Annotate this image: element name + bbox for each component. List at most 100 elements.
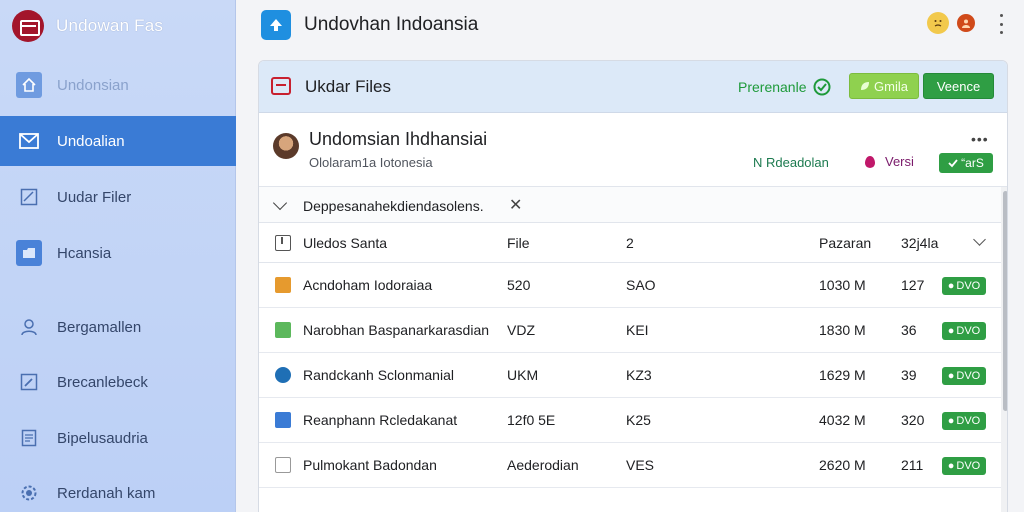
profile-name: Undomsian Ihdhansiai [309,129,488,149]
user-icon [16,314,42,340]
select-all-checkbox[interactable] [275,235,291,251]
files-panel: Ukdar Files Prerenanle Gmila Veence Undo… [258,60,1008,512]
sidebar-item-label: Bipelusaudria [57,429,148,447]
document-icon [16,425,42,451]
sidebar-item-bipelusaudria[interactable]: Bipelusaudria [0,413,236,463]
table-row[interactable]: Reanphann Rcledakanat 12f0 5E K25 4032 M… [259,398,1001,443]
brand[interactable]: Undowan Fas [12,10,163,42]
status-badge[interactable]: ● DVO [942,457,986,475]
sidebar-item-hcansia[interactable]: Hcansia [0,228,236,278]
profile-tag-rdeadolan[interactable]: N Rdeadolan [753,155,829,170]
profile-subtitle: Ololaram1a Iotonesia [309,155,433,170]
tag-dot-icon [865,155,875,168]
sidebar-item-undonsian[interactable]: Undonsian [0,60,236,110]
row-count: 127 [901,277,925,293]
table-row[interactable]: Randckanh Sclonmanial UKM KZ3 1629 M 39 … [259,353,1001,398]
sidebar-item-label: Hcansia [57,244,112,262]
sidebar-item-bergamallen[interactable]: Bergamallen [0,302,236,352]
column-header-pazaran[interactable]: Pazaran [819,235,871,251]
sidebar-item-label: Undoalian [57,132,125,150]
sidebar-item-label: Uudar Filer [57,188,132,206]
veence-button[interactable]: Veence [923,73,994,99]
row-name: Narobhan Baspanarkarasdian [303,322,490,338]
panel-header: Ukdar Files Prerenanle Gmila Veence [259,61,1007,113]
gmila-button[interactable]: Gmila [849,73,919,99]
sidebar-item-label: Brecanlebeck [57,373,148,391]
sidebar-item-uudar-filer[interactable]: Uudar Filer [0,172,236,222]
home-icon [16,72,42,98]
row-col3: K25 [626,412,651,428]
row-count: 36 [901,322,917,338]
profile-tag-versi[interactable]: Versi [865,154,914,169]
status-badge-label: DVO [956,415,981,427]
row-size: 1629 M [819,367,866,383]
check-icon [948,159,958,168]
sidebar-item-brecanlebeck[interactable]: Brecanlebeck [0,357,236,407]
settings-icon [16,480,42,506]
filter-bar: Deppesanahekdiendasolens. ✕ [259,187,1001,223]
status-badge[interactable]: ● DVO [942,322,986,340]
status-badge-label: DVO [956,370,981,382]
leaf-icon [861,82,870,90]
account-icon[interactable] [957,14,975,32]
sidebar-item-undoalian[interactable]: Undoalian [0,116,236,166]
row-size: 4032 M [819,412,866,428]
badge-dot-icon: ● [947,325,955,337]
file-type-icon [275,367,291,383]
row-col3: VES [626,457,655,473]
profile-tag-versi-label: Versi [885,154,914,169]
upload-icon[interactable] [261,10,291,40]
app-title: Undovhan Indoansia [304,14,479,35]
row-file: 520 [507,277,531,293]
row-size: 1030 M [819,277,866,293]
profile-badge[interactable]: “arS [939,153,993,173]
brand-title: Undowan Fas [56,16,164,35]
gmila-button-label: Gmila [874,78,908,94]
chevron-down-icon[interactable] [973,233,986,246]
edit-icon [16,369,42,395]
top-bar: Undovhan Indoansia [236,0,1024,52]
brand-logo-icon [12,10,44,42]
column-header-count[interactable]: 32j4la [901,235,938,251]
status-badge[interactable]: ● DVO [942,277,986,295]
row-name: Reanphann Rcledakanat [303,412,458,428]
row-count: 39 [901,367,917,383]
status-badge-label: DVO [956,280,981,292]
column-header-file[interactable]: File [507,235,530,251]
row-count: 320 [901,412,925,428]
more-vertical-icon[interactable] [996,14,1006,34]
table-row[interactable]: Acndoham Iodoraiaa 520 SAO 1030 M 127 ● D… [259,263,1001,308]
status-badge[interactable]: ● DVO [942,412,986,430]
avatar[interactable] [273,133,299,159]
emoji-icon[interactable] [927,12,949,34]
sidebar-item-label: Undonsian [57,76,129,94]
column-header-2[interactable]: 2 [626,235,634,251]
column-header-name[interactable]: Uledos Santa [303,235,387,251]
scrollbar-thumb[interactable] [1003,191,1007,411]
veence-button-label: Veence [936,78,981,94]
file-icon [16,184,42,210]
sidebar-item-label: Bergamallen [57,318,142,336]
folder-icon [16,240,42,266]
prerenanle-link-label: Prerenanle [738,79,807,95]
sidebar-item-rerdanah-kam[interactable]: Rerdanah kam [0,468,236,512]
row-col3: SAO [626,277,656,293]
check-badge-icon [813,78,830,96]
prerenanle-link[interactable]: Prerenanle [738,78,831,96]
status-badge[interactable]: ● DVO [942,367,986,385]
profile-badge-label: “arS [961,156,984,170]
table-row[interactable]: Pulmokant Badondan Aederodian VES 2620 M… [259,443,1001,488]
sidebar: Undowan Fas Undonsian Undoalian Uudar Fi… [0,0,236,512]
row-count: 211 [901,457,924,473]
badge-dot-icon: ● [947,415,955,427]
row-name: Acndoham Iodoraiaa [303,277,433,293]
chevron-down-icon[interactable] [272,195,288,211]
row-file: UKM [507,367,539,383]
more-options-icon[interactable]: ••• [971,131,989,147]
table-row[interactable]: Narobhan Baspanarkarasdian VDZ KEI 1830 … [259,308,1001,353]
folder-red-icon [271,77,291,95]
sidebar-item-label: Rerdanah kam [57,484,156,502]
row-name: Pulmokant Badondan [303,457,437,473]
close-icon[interactable]: ✕ [509,195,522,215]
row-col3: KEI [626,322,649,338]
